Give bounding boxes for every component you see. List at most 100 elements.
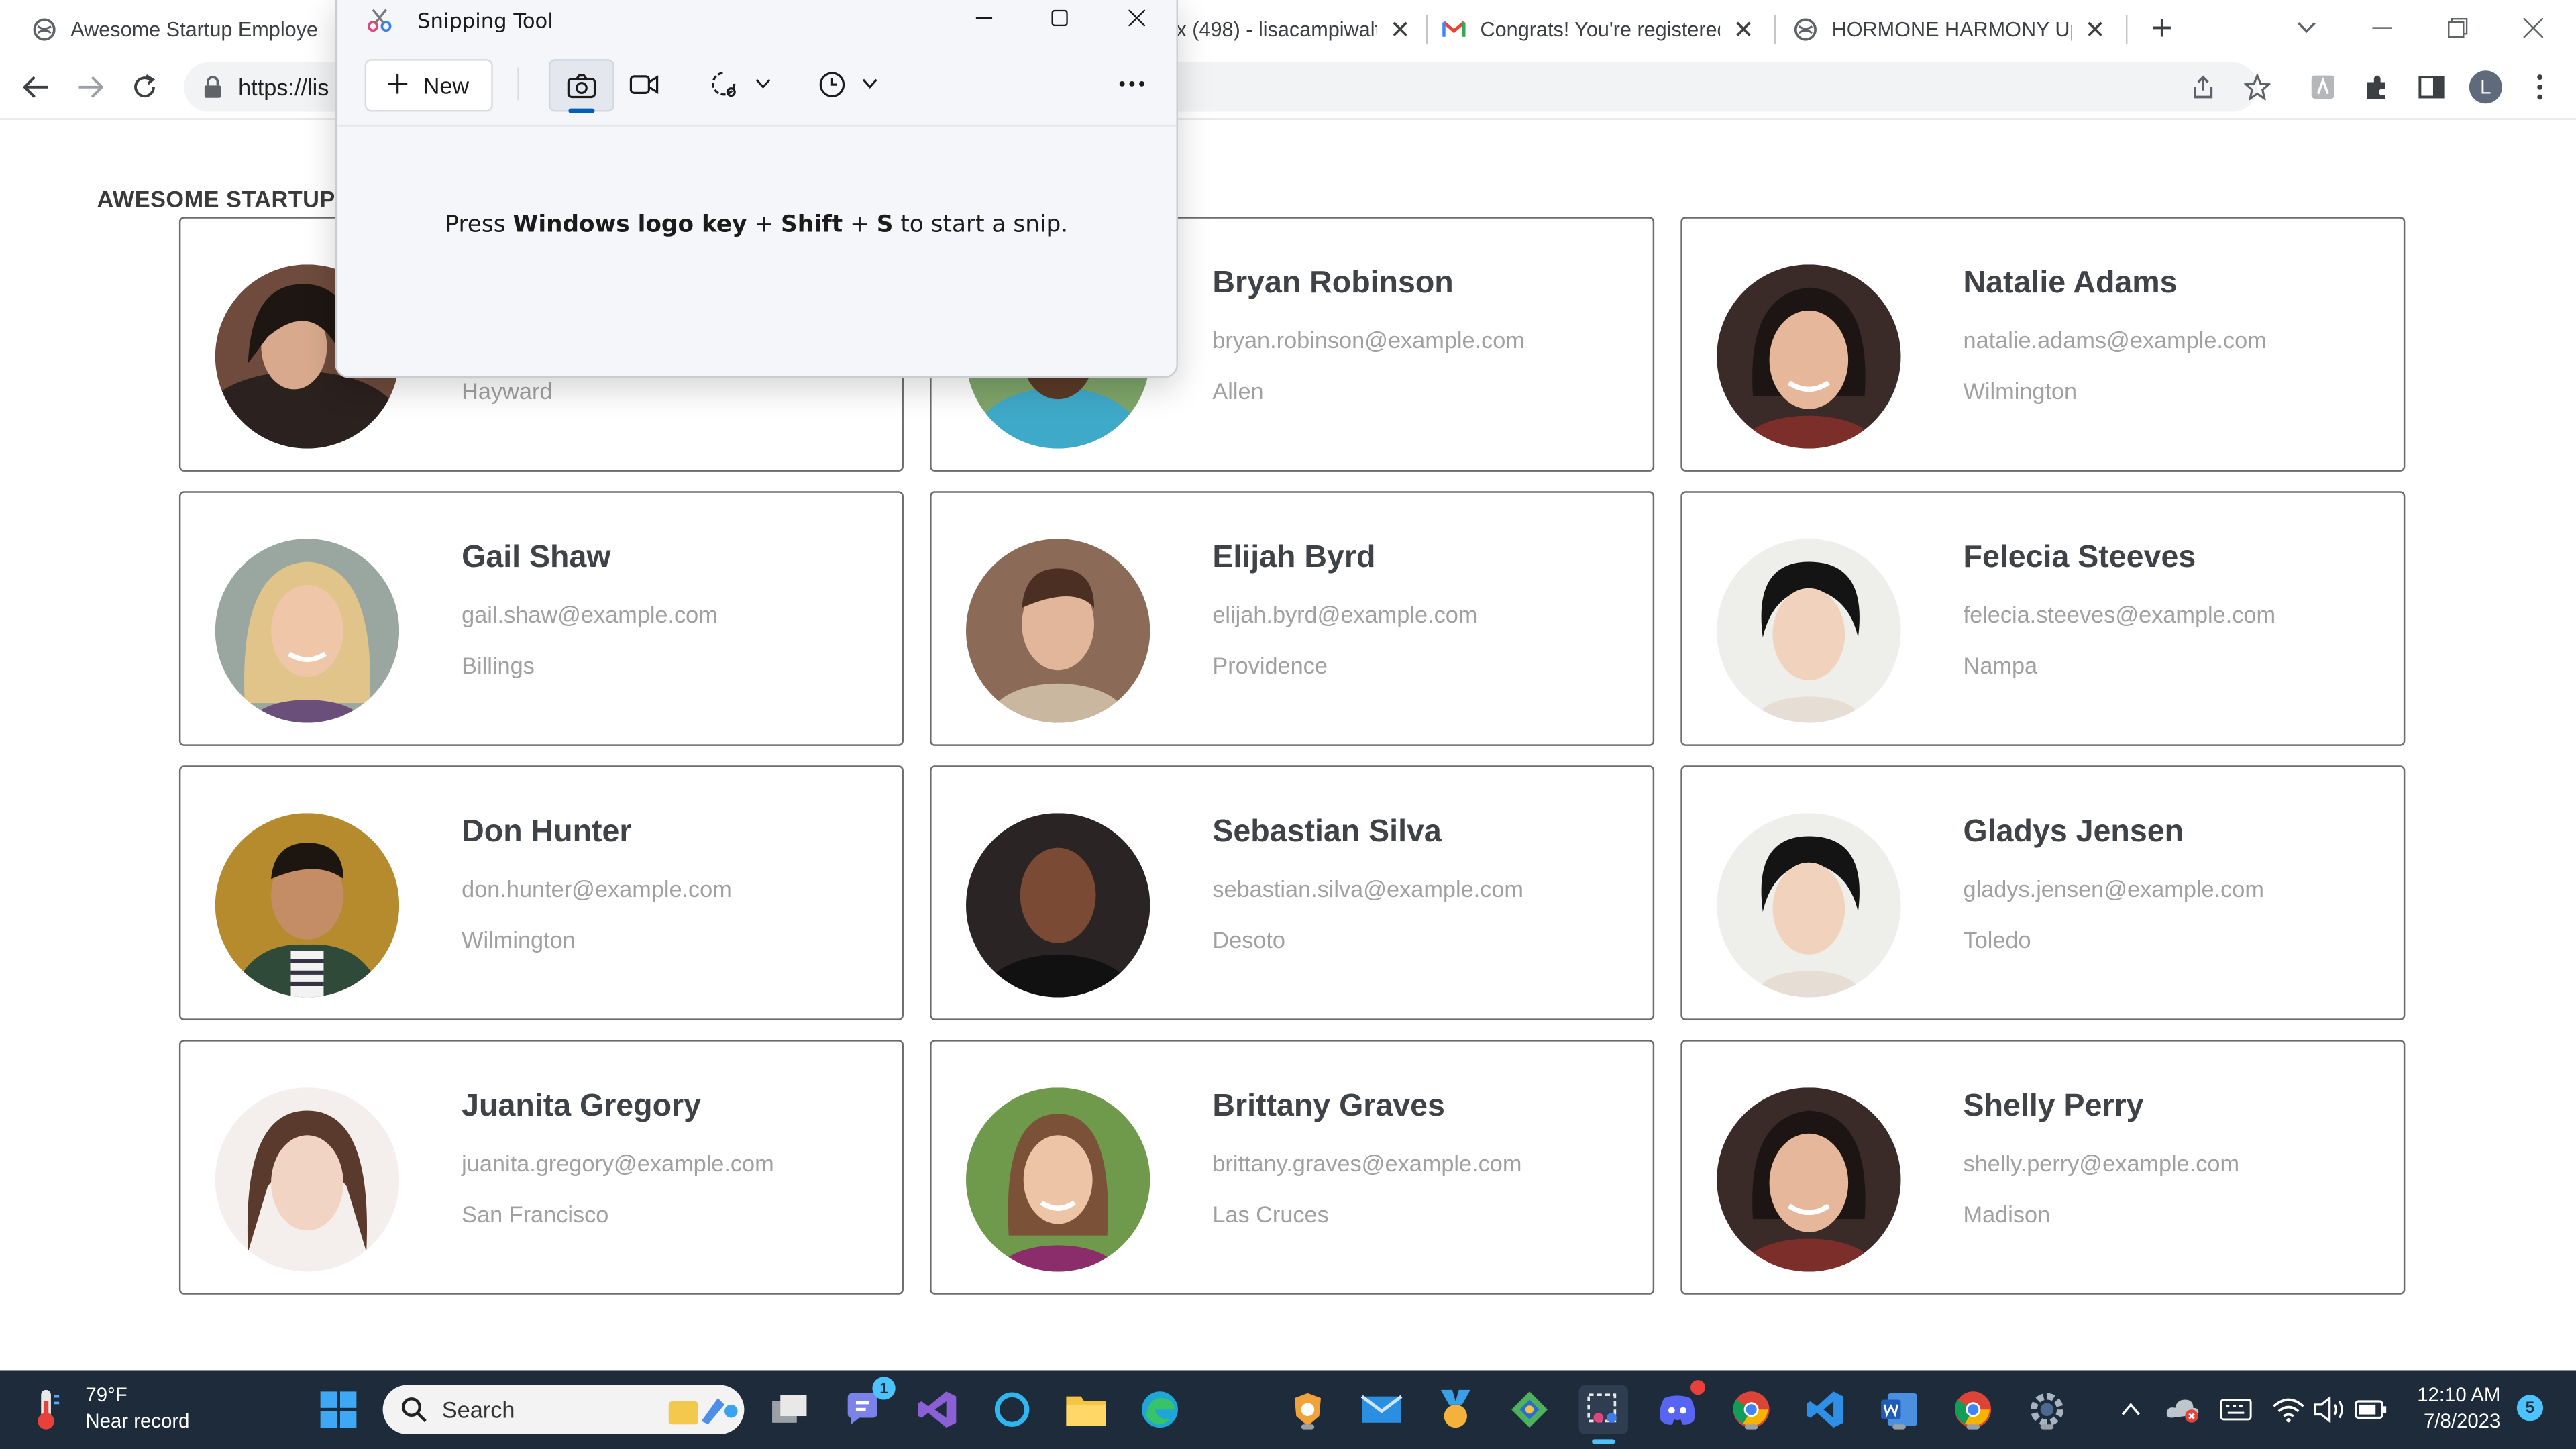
tab-search-chevron-icon[interactable] [2287,7,2326,50]
employee-card[interactable]: Don Hunter don.hunter@example.com Wilmin… [178,765,904,1020]
running-indicator [1966,1424,1980,1430]
employee-email: don.hunter@example.com [462,875,732,902]
vscode-icon[interactable] [1801,1385,1849,1434]
share-icon[interactable] [2187,70,2220,103]
snip-shape-dropdown[interactable] [698,59,780,108]
cortana-icon[interactable] [987,1385,1036,1434]
running-indicator [2040,1424,2054,1430]
close-icon[interactable] [1124,5,1150,31]
bookmark-star-icon[interactable] [2241,70,2273,103]
employee-email: gail.shaw@example.com [462,601,718,628]
extension-icon[interactable] [2306,70,2339,103]
task-view-icon[interactable] [765,1385,814,1434]
edge-icon[interactable] [1135,1385,1184,1434]
restore-window-icon[interactable] [2438,7,2477,50]
medal-app-icon[interactable] [1431,1385,1480,1434]
tab-title: HORMONE HARMONY Upc [1831,17,2072,42]
file-explorer-icon[interactable] [1061,1385,1110,1434]
teams-badge: 1 [872,1377,896,1400]
running-indicator [1301,1424,1315,1430]
reload-icon[interactable] [125,67,164,107]
snip-instructions: Press Windows logo key + Shift + S to st… [337,212,1176,238]
discord-notification-dot [1690,1380,1706,1395]
keyboard-icon[interactable] [2211,1385,2260,1434]
chevron-down-icon [862,78,877,89]
employee-card[interactable]: Natalie Adams natalie.adams@example.com … [1680,217,2406,472]
battery-icon[interactable] [2346,1385,2395,1434]
employee-email: bryan.robinson@example.com [1212,327,1525,354]
employee-card[interactable]: Brittany Graves brittany.graves@example.… [930,1040,1655,1295]
minimize-window-icon[interactable] [2363,7,2402,50]
msg-key-windows: Windows logo key [513,211,747,239]
avatar [215,1087,400,1272]
msg-key-shift: Shift [781,211,843,239]
close-tab-icon[interactable]: ✕ [2085,15,2106,44]
kebab-menu-icon[interactable] [2524,70,2557,103]
employee-name: Sebastian Silva [1212,814,1442,850]
employee-card[interactable]: Juanita Gregory juanita.gregory@example.… [178,1040,904,1295]
minimize-icon[interactable] [971,5,997,31]
running-indicator [1744,1424,1758,1430]
employee-card[interactable]: Elijah Byrd elijah.byrd@example.com Prov… [930,491,1655,746]
maximize-icon[interactable] [1046,5,1073,31]
new-snip-button[interactable]: New [364,59,493,112]
avatar [1717,1087,1901,1272]
forward-arrow-icon[interactable] [70,67,110,107]
employee-email: shelly.perry@example.com [1963,1150,2240,1177]
git-tool-icon[interactable] [1505,1385,1554,1434]
video-mode-button[interactable] [616,59,672,108]
plus-icon [388,72,409,99]
snipping-tool-taskbar-icon[interactable] [1578,1385,1628,1444]
chrome-icon[interactable] [1949,1385,1998,1434]
freeform-snip-icon [711,72,735,97]
employee-card[interactable]: Gladys Jensen gladys.jensen@example.com … [1680,765,2406,1020]
visual-studio-icon[interactable] [914,1385,963,1434]
employee-name: Felecia Steeves [1963,540,2196,576]
active-app-indicator [1592,1439,1615,1444]
msg-key-s: S [876,211,894,239]
tab-gmail-inbox[interactable]: x (498) - lisacampiwalte ✕ [1176,7,1422,53]
tab-awesome-startup[interactable]: Awesome Startup Employe [33,7,329,53]
tab-hormone-harmony[interactable]: HORMONE HARMONY Upc ✕ [1794,7,2112,53]
video-camera-icon [629,74,659,93]
employee-email: sebastian.silva@example.com [1212,875,1523,902]
puzzle-extensions-icon[interactable] [2361,70,2394,103]
side-panel-icon[interactable] [2415,70,2448,103]
system-clock[interactable]: 12:10 AM 7/8/2023 [2402,1382,2500,1434]
close-tab-icon[interactable]: ✕ [1390,15,1411,44]
employee-email: elijah.byrd@example.com [1212,601,1478,628]
onedrive-error-icon[interactable] [2159,1385,2208,1434]
teams-chat-icon[interactable]: 1 [839,1377,896,1434]
employee-card[interactable]: Gail Shaw gail.shaw@example.com Billings [178,491,904,746]
word-icon[interactable] [1874,1385,1923,1434]
more-options-button[interactable] [1106,59,1158,108]
close-window-icon[interactable] [2514,7,2553,50]
mail-icon[interactable] [1357,1385,1406,1434]
employee-city: Desoto [1212,926,1285,953]
settings-gear-icon[interactable] [2023,1385,2072,1434]
discord-icon[interactable] [1653,1380,1706,1434]
employee-card[interactable]: Sebastian Silva sebastian.silva@example.… [930,765,1655,1020]
notification-badge[interactable]: 5 [2516,1395,2544,1421]
profile-avatar[interactable]: L [2469,70,2502,104]
screenshot-mode-button[interactable] [548,59,614,113]
delay-dropdown[interactable] [806,59,888,108]
chrome-profile-icon[interactable] [1727,1385,1776,1434]
tab-gmail-congrats[interactable]: Congrats! You're registered ✕ [1442,7,1761,53]
employee-card[interactable]: Shelly Perry shelly.perry@example.com Ma… [1680,1040,2406,1295]
new-tab-button[interactable]: + [2141,7,2184,50]
brave-icon[interactable] [1283,1385,1332,1434]
employee-card[interactable]: Felecia Steeves felecia.steeves@example.… [1680,491,2406,746]
back-arrow-icon[interactable] [16,67,56,107]
windows-taskbar: 79°F Near record Search 1 12:10 AM 7/8/2… [0,1370,2576,1449]
start-button[interactable] [314,1385,363,1434]
taskbar-search[interactable]: Search [382,1385,745,1434]
lock-icon[interactable] [204,76,222,107]
chevron-up-icon[interactable] [2106,1385,2155,1434]
clock-time: 12:10 AM [2417,1383,2501,1407]
snipping-tool-window[interactable]: Snipping Tool New Press Windows logo key… [335,0,1178,378]
close-tab-icon[interactable]: ✕ [1733,15,1754,44]
employee-name: Brittany Graves [1212,1089,1445,1124]
active-indicator [568,108,595,113]
snipping-tool-titlebar[interactable]: Snipping Tool [337,0,1176,40]
